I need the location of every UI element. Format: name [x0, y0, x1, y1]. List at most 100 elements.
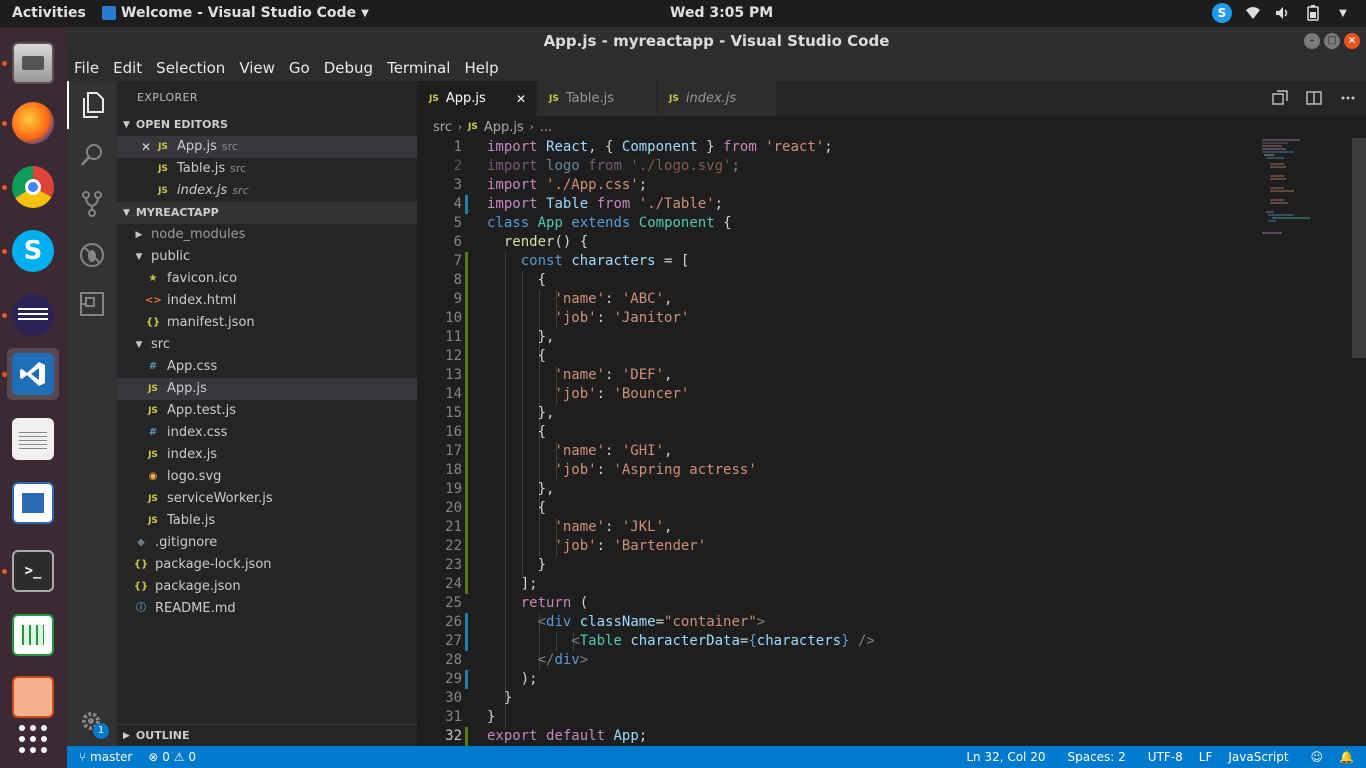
show-applications-button[interactable] [7, 713, 59, 765]
explorer-sidebar: EXPLORER ▼ OPEN EDITORS ✕ JS App.js src … [117, 81, 417, 746]
chevron-down-icon: ▼ [135, 252, 143, 262]
volume-icon[interactable] [1274, 4, 1292, 22]
menu-file[interactable]: File [67, 55, 106, 81]
menu-selection[interactable]: Selection [149, 55, 232, 81]
libreoffice-calc-icon [12, 614, 54, 656]
project-label: MYREACTAPP [135, 206, 219, 219]
indentation[interactable]: Spaces: 2 [1059, 750, 1139, 764]
more-actions-icon[interactable] [1340, 90, 1356, 106]
close-window-button[interactable]: × [1344, 33, 1360, 49]
tree-file[interactable]: JS Table.js [117, 510, 417, 532]
vertical-scrollbar[interactable] [1352, 138, 1366, 746]
source-control-button[interactable] [67, 180, 117, 228]
added-marker [465, 252, 468, 271]
js-file-icon: JS [148, 494, 158, 504]
feedback-smiley-icon[interactable]: ☺ [1303, 750, 1332, 764]
line-ending[interactable]: LF [1191, 750, 1221, 764]
tree-file[interactable]: ⓘ README.md [117, 598, 417, 620]
tree-file[interactable]: {} package.json [117, 576, 417, 598]
tree-file[interactable]: JS serviceWorker.js [117, 488, 417, 510]
running-indicator [2, 61, 7, 66]
tree-folder[interactable]: ▼ public [117, 246, 417, 268]
open-editor-item[interactable]: JS index.js src [117, 180, 417, 202]
explorer-button[interactable] [67, 81, 117, 129]
tree-file-label: index.css [167, 425, 228, 440]
added-marker [465, 727, 468, 746]
tree-file[interactable]: {} package-lock.json [117, 554, 417, 576]
tree-file[interactable]: JS index.js [117, 444, 417, 466]
outline-header[interactable]: ▶ OUTLINE [117, 724, 417, 746]
menu-help[interactable]: Help [457, 55, 505, 81]
battery-icon[interactable] [1304, 4, 1322, 22]
breadcrumb-folder[interactable]: src [433, 120, 452, 135]
debug-button[interactable] [67, 231, 117, 279]
language-mode[interactable]: JavaScript [1220, 750, 1302, 764]
activities-button[interactable]: Activities [12, 5, 86, 21]
chrome-app-icon[interactable] [2, 161, 59, 213]
chevron-down-icon[interactable]: ▼ [1334, 4, 1352, 22]
minimap-preview [1262, 139, 1310, 234]
app-menu[interactable]: Welcome - Visual Studio Code ▼ [102, 5, 369, 21]
close-icon[interactable]: ✕ [137, 136, 155, 158]
menu-view[interactable]: View [232, 55, 282, 81]
open-editors-header[interactable]: ▼ OPEN EDITORS [117, 114, 417, 136]
modified-marker [465, 670, 468, 689]
search-button[interactable] [67, 131, 117, 179]
tree-file[interactable]: # index.css [117, 422, 417, 444]
encoding[interactable]: UTF-8 [1140, 750, 1191, 764]
tree-file[interactable]: {} manifest.json [117, 312, 417, 334]
manage-button[interactable]: 1 [67, 698, 117, 746]
branch-indicator[interactable]: ⑂ master [67, 750, 140, 764]
problems-indicator[interactable]: ⊗ 0 ⚠ 0 [140, 750, 204, 764]
tree-file[interactable]: JS App.test.js [117, 400, 417, 422]
close-icon[interactable]: ✕ [516, 92, 526, 106]
skype-tray-icon[interactable]: S [1212, 3, 1232, 23]
open-changes-icon[interactable] [1272, 90, 1288, 106]
calc-app-icon[interactable] [7, 609, 59, 661]
vscode-app-icon[interactable] [2, 348, 59, 400]
terminal-app-icon[interactable]: >_ [2, 545, 59, 597]
open-editor-item[interactable]: JS Table.js src [117, 158, 417, 180]
clock[interactable]: Wed 3:05 PM [670, 5, 773, 21]
tree-folder[interactable]: ▶ node_modules [117, 224, 417, 246]
maximize-button[interactable]: □ [1324, 33, 1340, 49]
files-app-icon[interactable] [2, 37, 59, 89]
tree-file[interactable]: JS App.js [117, 378, 417, 400]
minimap[interactable] [1260, 138, 1355, 248]
tree-file[interactable]: <> index.html [117, 290, 417, 312]
bug-icon [80, 243, 104, 267]
tree-file[interactable]: ◆ .gitignore [117, 532, 417, 554]
wifi-icon[interactable] [1244, 4, 1262, 22]
added-marker [465, 423, 468, 442]
eclipse-app-icon[interactable] [2, 289, 59, 341]
tree-file[interactable]: ◉ logo.svg [117, 466, 417, 488]
menu-debug[interactable]: Debug [317, 55, 380, 81]
firefox-app-icon[interactable] [2, 97, 59, 149]
tree-file[interactable]: # App.css [117, 356, 417, 378]
tree-folder[interactable]: ▼ src [117, 334, 417, 356]
split-editor-icon[interactable] [1306, 90, 1322, 106]
cursor-position[interactable]: Ln 32, Col 20 [958, 750, 1059, 764]
tab-app-js[interactable]: JS App.js ✕ [417, 81, 537, 116]
extensions-button[interactable] [67, 280, 117, 328]
skype-app-icon[interactable]: S [2, 225, 59, 277]
project-header[interactable]: ▼ MYREACTAPP [117, 202, 417, 224]
minimize-button[interactable]: – [1304, 33, 1320, 49]
menu-go[interactable]: Go [282, 55, 317, 81]
code-editor[interactable]: 1 import React, { Component } from 'react… [417, 138, 1366, 746]
menu-terminal[interactable]: Terminal [380, 55, 457, 81]
text-editor-app-icon[interactable] [7, 413, 59, 465]
code-line: 27 <Table characterData={characters} /> [417, 632, 1257, 651]
scrollbar-thumb[interactable] [1352, 138, 1366, 358]
open-editor-item[interactable]: ✕ JS App.js src [117, 136, 417, 158]
tree-file[interactable]: ★ favicon.ico [117, 268, 417, 290]
tab-index-js[interactable]: JS index.js [657, 81, 777, 116]
star-icon: ★ [148, 273, 158, 284]
running-indicator [2, 569, 7, 574]
notifications-bell-icon[interactable]: 🔔 [1331, 750, 1366, 764]
breadcrumb-more[interactable]: ... [540, 120, 552, 135]
tab-table-js[interactable]: JS Table.js [537, 81, 657, 116]
menu-edit[interactable]: Edit [106, 55, 149, 81]
writer-app-icon[interactable] [7, 477, 59, 529]
breadcrumb-file[interactable]: App.js [484, 120, 524, 135]
